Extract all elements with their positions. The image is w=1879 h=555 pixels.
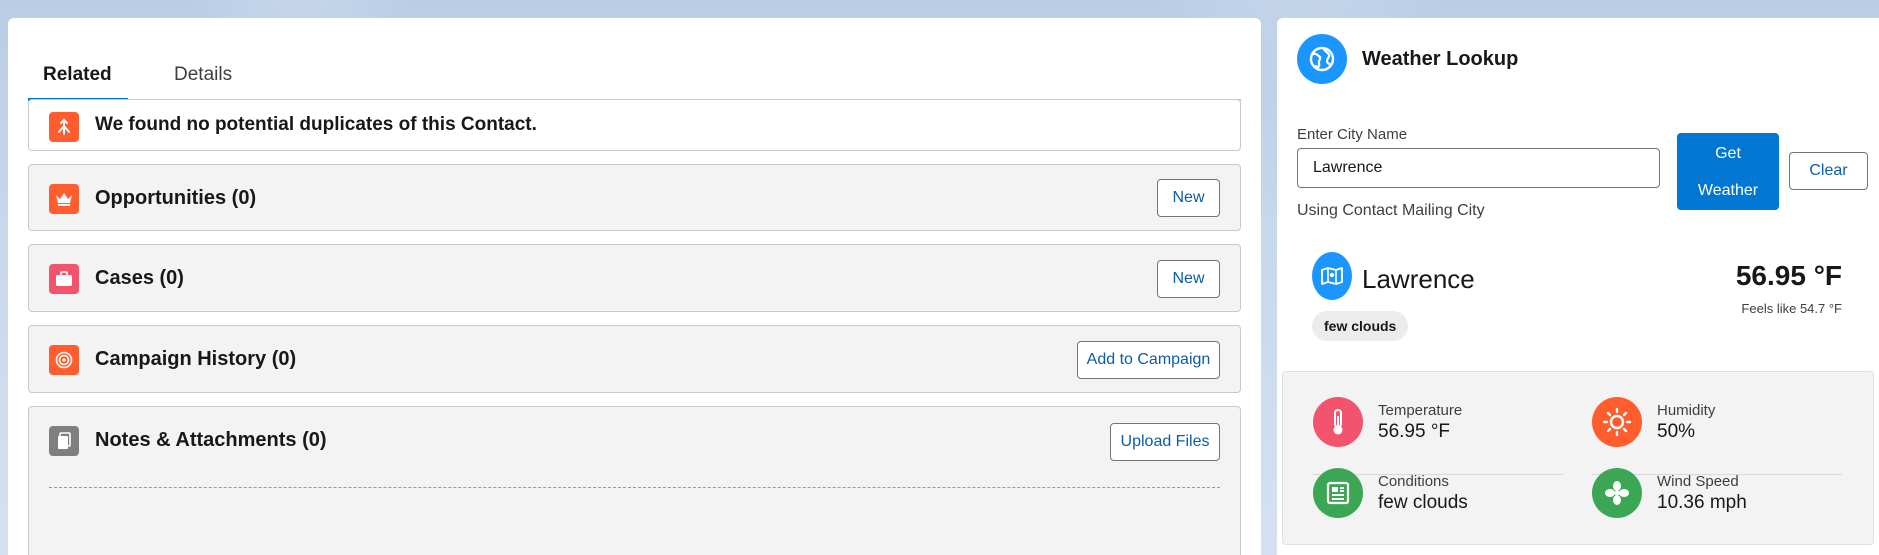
get-weather-label-line1: Get xyxy=(1715,145,1741,162)
city-input-label: Enter City Name xyxy=(1297,126,1408,143)
duplicates-message: We found no potential duplicates of this… xyxy=(95,114,537,135)
tab-related[interactable]: Related xyxy=(43,64,112,86)
weather-card-title: Weather Lookup xyxy=(1362,48,1519,70)
thermometer-icon xyxy=(1313,397,1363,447)
get-weather-label-line2: Weather xyxy=(1697,182,1759,199)
stat-value: 56.95 °F xyxy=(1378,421,1451,442)
stat-label: Wind Speed xyxy=(1657,473,1739,490)
briefcase-icon xyxy=(49,264,79,294)
mailing-city-note: Using Contact Mailing City xyxy=(1297,202,1485,219)
duplicates-card: We found no potential duplicates of this… xyxy=(28,99,1241,151)
add-to-campaign-button[interactable]: Add to Campaign xyxy=(1077,341,1220,379)
stat-value: few clouds xyxy=(1378,492,1468,513)
related-panel: Related Details We found no potential du… xyxy=(8,18,1261,555)
new-opportunity-button[interactable]: New xyxy=(1157,179,1220,217)
sun-icon xyxy=(1592,397,1642,447)
crown-icon xyxy=(49,184,79,214)
weather-stats: Temperature 56.95 °F Humidity 50% Condit… xyxy=(1282,371,1874,545)
stat-temperature: Temperature 56.95 °F xyxy=(1313,397,1563,451)
file-drop-zone[interactable] xyxy=(49,487,1220,527)
opportunities-card: Opportunities (0) New xyxy=(28,164,1241,231)
new-case-button[interactable]: New xyxy=(1157,260,1220,298)
tab-details[interactable]: Details xyxy=(174,64,232,86)
stat-wind-speed: Wind Speed 10.36 mph xyxy=(1592,468,1842,522)
stat-conditions: Conditions few clouds xyxy=(1313,468,1563,522)
get-weather-button[interactable]: Get Weather xyxy=(1677,133,1779,210)
condition-badge: few clouds xyxy=(1312,311,1409,341)
opportunities-title[interactable]: Opportunities (0) xyxy=(95,187,256,210)
file-icon xyxy=(49,426,79,456)
cases-card: Cases (0) New xyxy=(28,244,1241,312)
campaign-history-card: Campaign History (0) Add to Campaign xyxy=(28,325,1241,393)
campaign-history-title[interactable]: Campaign History (0) xyxy=(95,348,296,371)
stat-label: Conditions xyxy=(1378,473,1449,490)
news-icon xyxy=(1313,468,1363,518)
upload-files-button[interactable]: Upload Files xyxy=(1110,423,1220,461)
target-icon xyxy=(49,345,79,375)
current-temperature: 56.95 °F xyxy=(1735,260,1842,291)
city-name-input[interactable] xyxy=(1297,148,1660,188)
stat-value: 10.36 mph xyxy=(1657,492,1747,513)
notes-attachments-card: Notes & Attachments (0) Upload Files xyxy=(28,406,1241,555)
merge-icon xyxy=(49,112,79,142)
stat-humidity: Humidity 50% xyxy=(1592,397,1842,451)
notes-attachments-title[interactable]: Notes & Attachments (0) xyxy=(95,429,327,452)
location-name: Lawrence xyxy=(1362,264,1475,294)
feels-like: Feels like 54.7 °F xyxy=(1741,301,1842,316)
cases-title[interactable]: Cases (0) xyxy=(95,267,184,290)
record-tabs: Related Details xyxy=(28,44,1241,101)
fan-icon xyxy=(1592,468,1642,518)
stat-label: Temperature xyxy=(1378,402,1463,419)
stat-value: 50% xyxy=(1657,421,1696,442)
location-map-icon xyxy=(1312,252,1352,300)
clear-button[interactable]: Clear xyxy=(1789,152,1868,190)
weather-panel: Weather Lookup Enter City Name Get Weath… xyxy=(1277,18,1879,555)
stat-label: Humidity xyxy=(1657,402,1716,419)
globe-icon xyxy=(1297,34,1347,84)
